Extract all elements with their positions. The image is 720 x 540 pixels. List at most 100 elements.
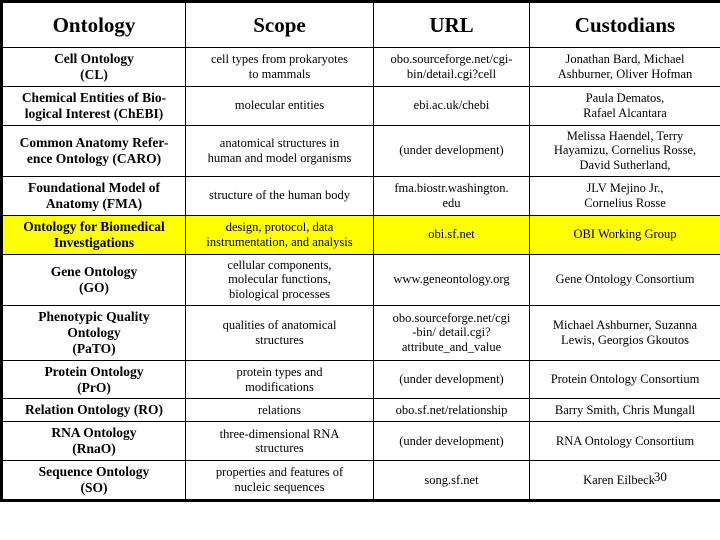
cell-ontology-name: Cell Ontology (CL) (1, 47, 186, 87)
cell-text: Protein Ontology Consortium (534, 372, 716, 387)
table-row: Sequence Ontology (SO) properties and feat… (1, 460, 720, 502)
cell-text: JLV Mejino Jr., Cornelius Rosse (534, 181, 716, 211)
cell-text-line: fma.biostr.washington. (394, 181, 509, 196)
cell-text-line: Sequence Ontology (38, 464, 150, 480)
cell-text-line: ebi.ac.uk/chebi (413, 98, 490, 113)
cell-text-line: song.sf.net (424, 472, 479, 487)
cell-text: Melissa Haendel, Terry Hayamizu, Corneliu… (534, 129, 716, 173)
cell-text: protein types and modifications (190, 365, 369, 395)
cell-text-line: Michael Ashburner, Suzanna (552, 318, 698, 332)
cell-url: ebi.ac.uk/chebi (373, 85, 530, 126)
cell-text-line: -bin/ detail.cgi? (412, 325, 491, 340)
table-header: Ontology Scope URL Custodians (1, 1, 720, 48)
cell-text-line: molecular functions, (228, 272, 331, 287)
cell-text-line: Phenotypic Quality (38, 308, 150, 324)
cell-text-line: (SO) (80, 480, 108, 496)
cell-text-line: (under development) (399, 372, 504, 387)
cell-ontology-name: Phenotypic Quality Ontology (PaTO) (1, 304, 186, 361)
cell-text-line: Ashburner, Oliver Hofman (557, 66, 693, 81)
table-row: Ontology for Biomedical Investigations des… (1, 214, 720, 255)
cell-text-line: Protein Ontology (44, 363, 144, 379)
cell-text-line: structures (255, 441, 304, 456)
cell-scope: three-dimensional RNA structures (185, 421, 374, 462)
cell-text-line: Ontology (67, 324, 121, 340)
cell-text-line: Gene Ontology (50, 263, 138, 279)
cell-text-line: Barry Smith, Chris Mungall (554, 403, 696, 418)
cell-text-line: Common Anatomy Refer- (19, 134, 169, 150)
cell-text-line: to mammals (248, 66, 311, 81)
cell-url: (under development) (373, 124, 530, 177)
cell-text-line: human and model organisms (207, 150, 352, 165)
cell-text-line: structures (255, 332, 304, 347)
cell-url: obo.sourceforge.net/cgi -bin/ detail.cgi?… (373, 304, 530, 361)
cell-text: obo.sf.net/relationship (378, 403, 525, 418)
cell-text-line: protein types and (236, 364, 323, 379)
cell-text-line: cell types from prokaryotes (210, 52, 349, 67)
cell-text: cell types from prokaryotes to mammals (190, 52, 369, 82)
cell-custodians: Michael Ashburner, Suzanna Lewis, Georgio… (529, 304, 720, 361)
cell-url: song.sf.net (373, 460, 530, 502)
cell-url: www.geneontology.org (373, 253, 530, 306)
cell-text: Protein Ontology (PrO) (7, 364, 181, 396)
cell-text-line: edu (442, 195, 461, 210)
cell-text-line: structure of the human body (209, 188, 350, 203)
column-header-custodians: Custodians (529, 1, 720, 48)
cell-text-line: obi.sf.net (428, 227, 475, 242)
cell-scope: structure of the human body (185, 175, 374, 216)
column-header-scope: Scope (185, 1, 374, 48)
cell-text-line: nucleic sequences (234, 480, 325, 495)
cell-text-line: Ontology for Biomedical (23, 218, 165, 234)
cell-text-line: Rafael Alcantara (583, 105, 667, 120)
cell-text-line: (CL) (80, 66, 108, 82)
table-row: Common Anatomy Refer-ence Ontology (CARO… (1, 124, 720, 177)
ontology-overview-table: Ontology Scope URL Custodians Cell Ontol… (0, 0, 720, 503)
cell-ontology-name: Relation Ontology (RO) (1, 398, 186, 423)
cell-text: anatomical structures in human and model … (190, 136, 369, 166)
cell-scope: relations (185, 398, 374, 423)
cell-text: cellular components, molecular functions,… (190, 258, 369, 302)
cell-text-line: instrumentation, and analysis (206, 234, 353, 249)
cell-url: obi.sf.net (373, 214, 530, 255)
cell-text-line: design, protocol, data (225, 219, 334, 234)
cell-text-line: (PaTO) (72, 340, 116, 356)
cell-text: Gene Ontology (GO) (7, 264, 181, 296)
cell-custodians: Paula Dematos, Rafael Alcantara (529, 85, 720, 126)
table-row: Gene Ontology (GO) cellular components, mol… (1, 253, 720, 306)
cell-text-line: Anatomy (FMA) (45, 195, 143, 211)
cell-custodians: JLV Mejino Jr., Cornelius Rosse (529, 175, 720, 216)
cell-text: obo.sourceforge.net/cgi-bin/detail.cgi?c… (378, 52, 525, 82)
cell-scope: qualities of anatomical structures (185, 304, 374, 361)
cell-url: fma.biostr.washington. edu (373, 175, 530, 216)
cell-custodians: Gene Ontology Consortium (529, 253, 720, 306)
cell-text-line: molecular entities (234, 98, 325, 113)
table-row: Relation Ontology (RO) relations obo.sf.ne… (1, 398, 720, 423)
cell-custodians: Jonathan Bard, Michael Ashburner, Oliver … (529, 47, 720, 87)
cell-text-line: (GO) (79, 279, 109, 295)
cell-url: (under development) (373, 421, 530, 462)
cell-custodians: Melissa Haendel, Terry Hayamizu, Corneliu… (529, 124, 720, 177)
cell-text-line: modifications (245, 379, 314, 394)
cell-text-line: www.geneontology.org (393, 272, 510, 287)
cell-ontology-name: RNA Ontology (RnaO) (1, 421, 186, 462)
cell-text-line: attribute_and_value (401, 340, 502, 355)
cell-url: obo.sourceforge.net/cgi-bin/detail.cgi?c… (373, 47, 530, 87)
cell-text: Common Anatomy Refer-ence Ontology (CARO… (7, 135, 181, 167)
cell-text-line: obo.sourceforge.net/cgi- (390, 52, 513, 67)
header-row: Ontology Scope URL Custodians (1, 1, 720, 48)
cell-text-line: (under development) (399, 433, 504, 448)
cell-text: (under development) (378, 434, 525, 449)
cell-text-line: biological processes (228, 287, 330, 302)
table-row: Protein Ontology (PrO) protein types and mo… (1, 359, 720, 400)
cell-text-line: (RnaO) (72, 441, 116, 457)
cell-text-line: obo.sourceforge.net/cgi (392, 310, 511, 325)
cell-text-line: Cell Ontology (54, 51, 134, 66)
cell-text: Paula Dematos, Rafael Alcantara (534, 91, 716, 121)
cell-text-line: Gene Ontology Consortium (555, 272, 695, 287)
cell-url: (under development) (373, 359, 530, 400)
cell-custodians: Protein Ontology Consortium (529, 359, 720, 400)
cell-text: qualities of anatomical structures (190, 318, 369, 348)
cell-text-line: (PrO) (77, 379, 111, 395)
cell-scope: cell types from prokaryotes to mammals (185, 47, 374, 87)
cell-text: properties and features of nucleic sequen… (190, 465, 369, 495)
cell-custodians: OBI Working Group (529, 214, 720, 255)
